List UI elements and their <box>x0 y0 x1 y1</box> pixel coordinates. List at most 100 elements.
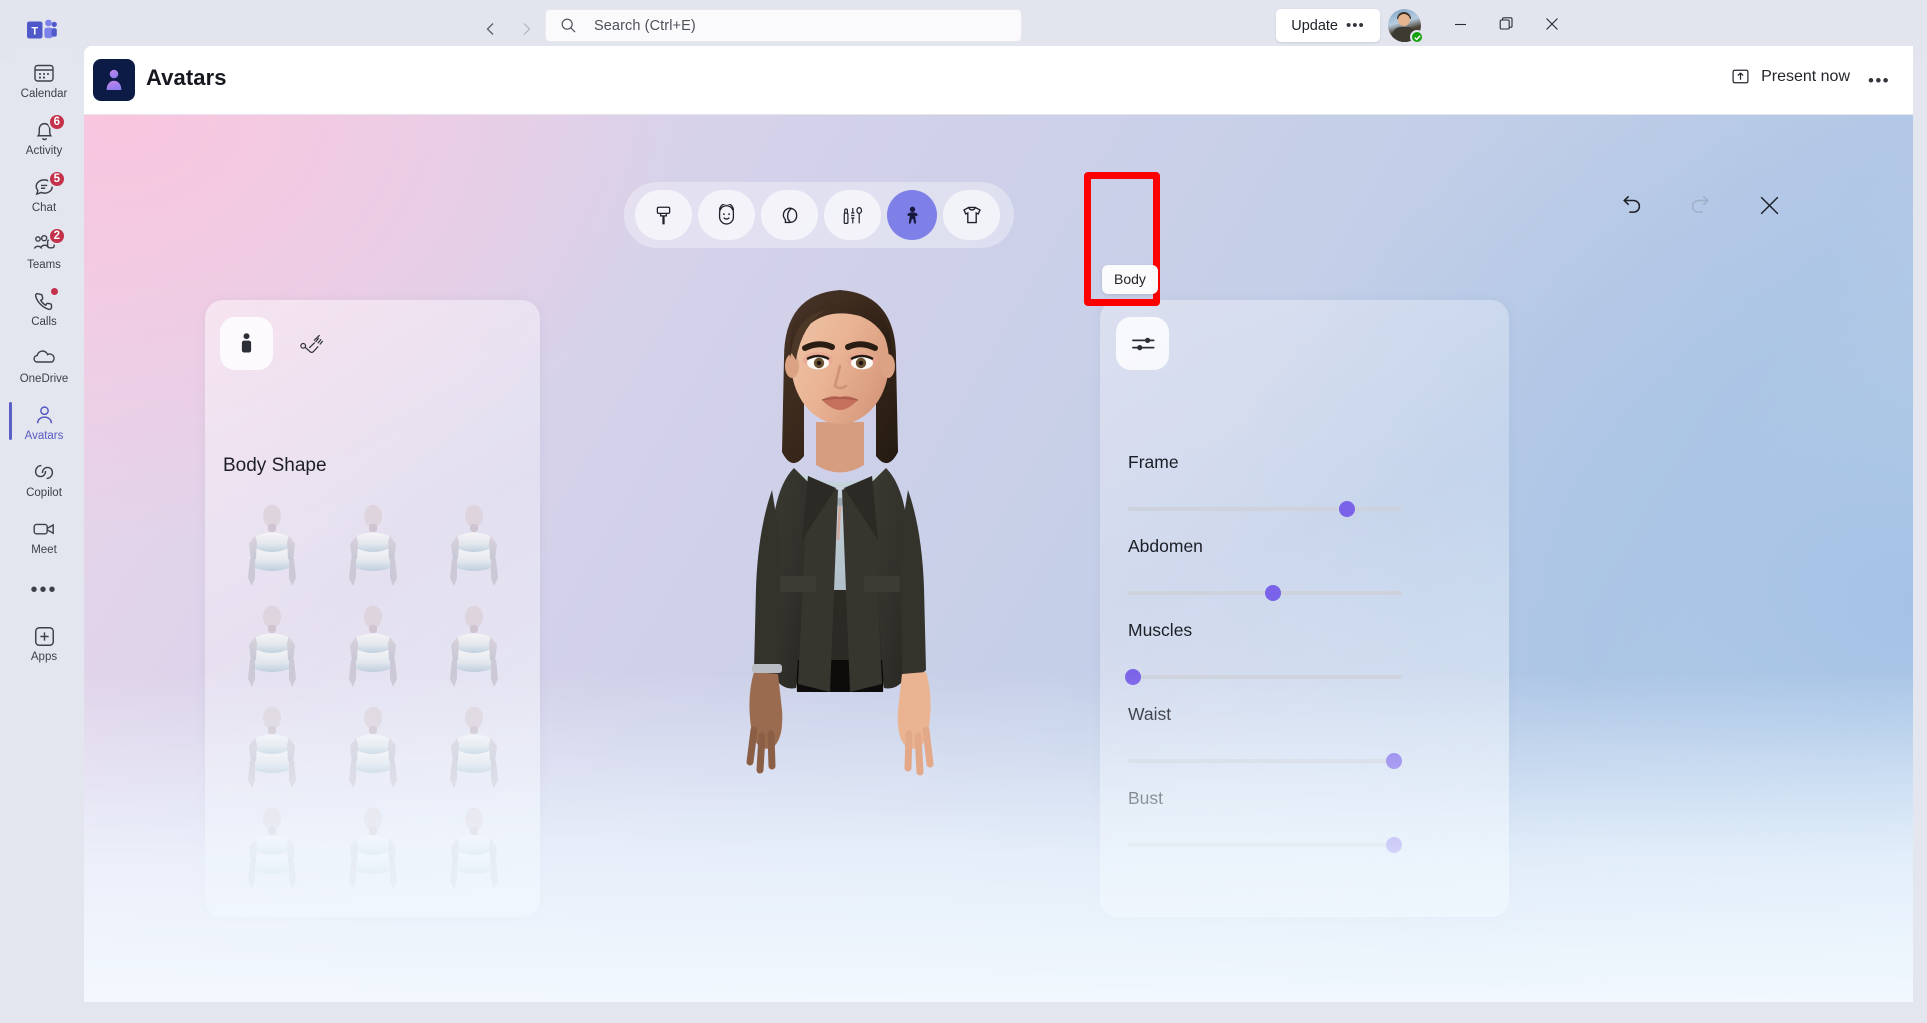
sidebar-item-calendar[interactable]: Calendar <box>16 52 72 109</box>
chat-icon: 5 <box>31 170 66 200</box>
app-header: Avatars Present now ••• <box>84 46 1913 115</box>
sidebar-item-chat[interactable]: 5 Chat <box>16 166 72 223</box>
paintbrush-icon <box>652 204 675 227</box>
undo-button[interactable] <box>1615 189 1647 221</box>
category-face-button[interactable] <box>698 190 755 240</box>
slider-waist: Waist <box>1128 704 1480 788</box>
avatar-preview[interactable] <box>680 240 1000 960</box>
slider-track[interactable] <box>1128 585 1402 601</box>
sub-tab-sliders[interactable] <box>1116 317 1169 370</box>
category-body-button[interactable] <box>887 190 937 240</box>
close-editor-button[interactable] <box>1753 189 1785 221</box>
body-shape-option[interactable] <box>322 498 423 598</box>
sidebar-item-label: Calls <box>31 316 57 328</box>
body-shape-option[interactable] <box>423 801 524 901</box>
header-more-button[interactable]: ••• <box>1866 68 1892 94</box>
body-icon <box>901 204 924 227</box>
slider-thumb[interactable] <box>1385 753 1402 769</box>
body-shape-option[interactable] <box>221 599 322 699</box>
nav-back-button[interactable] <box>474 12 508 46</box>
apps-add-icon <box>31 623 57 649</box>
sidebar-item-label: Apps <box>30 651 58 663</box>
sidebar-item-calls[interactable]: Calls <box>16 280 72 337</box>
sidebar-item-label: Avatars <box>24 430 64 442</box>
undo-icon <box>1618 192 1645 219</box>
page-title: Avatars <box>146 65 227 90</box>
badge-count: 6 <box>47 113 66 131</box>
sidebar-item-copilot[interactable]: Copilot <box>16 451 72 508</box>
category-style-button[interactable] <box>635 190 692 240</box>
sub-tab-prosthetics[interactable] <box>285 317 338 370</box>
panel-title: Body Shape <box>223 455 327 476</box>
slider-track[interactable] <box>1125 669 1402 685</box>
slider-track[interactable] <box>1128 837 1402 853</box>
slider-thumb[interactable] <box>1125 669 1142 685</box>
category-clothing-button[interactable] <box>943 190 1000 240</box>
body-shape-grid <box>221 498 524 901</box>
sidebar-item-apps[interactable]: Apps <box>16 615 72 672</box>
search-input[interactable]: Search (Ctrl+E) <box>545 9 1022 42</box>
sidebar-item-avatars[interactable]: Avatars <box>9 394 72 451</box>
update-button[interactable]: Update ••• <box>1276 9 1380 42</box>
sidebar-item-label: Copilot <box>26 487 62 499</box>
slider-thumb[interactable] <box>1385 837 1402 853</box>
category-makeup-button[interactable] <box>824 190 881 240</box>
slider-list: Frame Abdomen Muscles Waist Bust <box>1125 452 1480 872</box>
sidebar-item-meet[interactable]: Meet <box>16 508 72 565</box>
close-icon <box>1757 193 1782 218</box>
person-icon <box>31 402 57 428</box>
prosthetic-arm-icon <box>298 330 325 357</box>
sidebar-item-activity[interactable]: 6 Activity <box>16 109 72 166</box>
avatar-head <box>1398 14 1410 26</box>
body-shape-option[interactable] <box>423 700 524 800</box>
copilot-icon <box>31 459 57 485</box>
content-area: Avatars Present now ••• Body Body Shape … <box>84 46 1913 1002</box>
sub-tab-body-shape[interactable] <box>220 317 273 370</box>
sidebar-item-label: Meet <box>31 544 57 556</box>
body-shape-option[interactable] <box>322 700 423 800</box>
slider-bust: Bust <box>1128 788 1480 872</box>
face-icon <box>715 203 738 227</box>
redo-button[interactable] <box>1684 189 1716 221</box>
svg-text:T: T <box>31 25 38 37</box>
update-more-icon[interactable]: ••• <box>1346 18 1365 33</box>
calendar-icon <box>31 60 57 86</box>
sidebar-item-label: OneDrive <box>19 373 69 385</box>
slider-frame: Frame <box>1128 452 1480 536</box>
sidebar-more-button[interactable]: ••• <box>16 565 72 615</box>
minimize-button[interactable] <box>1437 0 1483 48</box>
slider-track[interactable] <box>1128 753 1402 769</box>
nav-forward-button[interactable] <box>509 12 543 46</box>
body-shape-option[interactable] <box>221 498 322 598</box>
body-shape-option[interactable] <box>423 599 524 699</box>
body-shape-option[interactable] <box>221 801 322 901</box>
avatars-app-icon <box>93 59 135 101</box>
body-shape-option[interactable] <box>423 498 524 598</box>
body-shape-option[interactable] <box>221 700 322 800</box>
body-shape-option[interactable] <box>322 599 423 699</box>
body-sliders-panel: Frame Abdomen Muscles Waist Bust <box>1100 300 1509 917</box>
sidebar-item-teams[interactable]: 2 Teams <box>16 223 72 280</box>
slider-thumb[interactable] <box>1339 501 1356 517</box>
present-now-label: Present now <box>1761 67 1850 85</box>
slider-label: Abdomen <box>1128 536 1203 556</box>
share-screen-icon <box>1731 67 1750 86</box>
close-button[interactable] <box>1529 0 1575 48</box>
badge-count: 5 <box>47 170 66 188</box>
slider-muscles: Muscles <box>1125 620 1480 704</box>
sidebar-item-label: Calendar <box>20 88 68 100</box>
slider-track[interactable] <box>1128 501 1402 517</box>
sliders-icon <box>1130 333 1156 355</box>
badge-count: 2 <box>47 227 66 245</box>
present-now-button[interactable]: Present now <box>1731 67 1850 86</box>
tshirt-icon <box>960 203 984 227</box>
search-placeholder: Search (Ctrl+E) <box>594 17 696 34</box>
body-shape-option[interactable] <box>322 801 423 901</box>
maximize-button[interactable] <box>1483 0 1529 48</box>
sidebar-item-onedrive[interactable]: OneDrive <box>16 337 72 394</box>
body-tooltip: Body <box>1102 265 1158 294</box>
sidebar-item-label: Teams <box>27 259 61 271</box>
badge-dot <box>49 286 60 297</box>
category-hair-button[interactable] <box>761 190 818 240</box>
slider-thumb[interactable] <box>1265 585 1282 601</box>
